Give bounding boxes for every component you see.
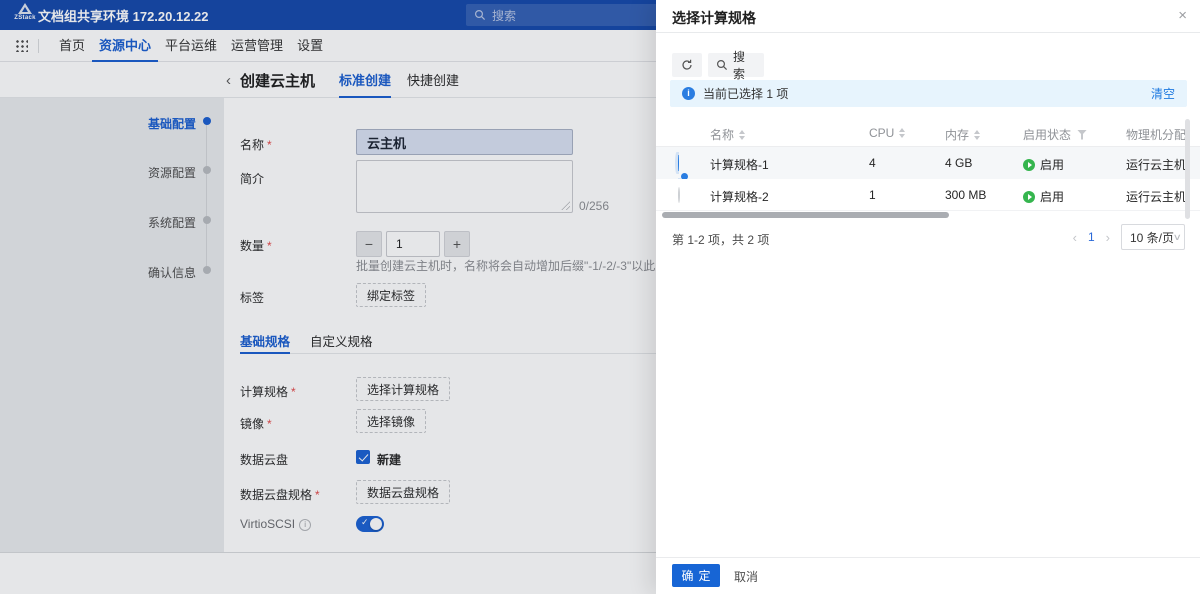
cell-memory: 300 MB <box>945 188 987 202</box>
drawer-mask[interactable] <box>0 0 656 594</box>
prev-page-icon[interactable]: ‹ <box>1073 230 1077 245</box>
select-compute-spec-drawer: 选择计算规格 × 搜索 i 当前已选择 1 项 清空 名称 CPU 内存 启用状… <box>656 0 1200 594</box>
refresh-icon <box>682 59 692 70</box>
app: ZStack 文档组共享环境 172.20.12.22 搜索 首页 资源中心 平… <box>0 0 1200 594</box>
clear-selection-link[interactable]: 清空 <box>1151 85 1175 102</box>
cell-cpu: 1 <box>869 188 876 202</box>
drawer-search-button[interactable]: 搜索 <box>708 50 764 81</box>
page-number[interactable]: 1 <box>1088 230 1095 244</box>
pagination-summary: 第 1-2 项，共 2 项 <box>672 233 770 247</box>
search-icon <box>716 59 728 71</box>
sort-icon <box>899 128 906 138</box>
cell-memory: 4 GB <box>945 156 973 170</box>
drawer-header: 选择计算规格 × <box>656 0 1200 33</box>
column-header-strategy[interactable]: 物理机分配策略 <box>1126 126 1190 143</box>
info-icon: i <box>682 87 695 100</box>
page-size-select[interactable]: 10 条/页 ∨ <box>1121 224 1185 250</box>
cancel-button[interactable]: 取消 <box>734 568 758 585</box>
column-header-memory[interactable]: 内存 <box>945 126 981 143</box>
table-header: 名称 CPU 内存 启用状态 物理机分配策略 <box>656 119 1200 147</box>
cell-cpu: 4 <box>869 156 876 170</box>
filter-icon[interactable] <box>1077 129 1088 140</box>
ok-button[interactable]: 确定 <box>672 564 720 587</box>
sort-icon <box>739 129 746 140</box>
column-header-name[interactable]: 名称 <box>710 126 746 143</box>
table-row[interactable]: 计算规格-2 1 300 MB 启用 运行云主机 <box>656 179 1200 211</box>
radio-unselected[interactable] <box>678 187 680 203</box>
refresh-button[interactable] <box>672 53 702 77</box>
cell-strategy: 运行云主机 <box>1126 158 1187 172</box>
sort-icon <box>974 129 981 140</box>
drawer-footer-divider <box>656 557 1200 558</box>
page-size-value: 10 条/页 <box>1130 230 1175 245</box>
cell-status: 启用 <box>1023 188 1064 205</box>
drawer-search-label: 搜索 <box>733 50 746 81</box>
cell-name: 计算规格-2 <box>710 190 769 204</box>
drawer-title: 选择计算规格 <box>672 10 756 26</box>
column-header-cpu[interactable]: CPU <box>869 126 906 140</box>
selection-count-text: 当前已选择 1 项 <box>703 87 789 101</box>
table-row[interactable]: 计算规格-1 4 4 GB 启用 运行云主机 <box>656 147 1200 197</box>
pagination: ‹ 1 › 10 条/页 ∨ <box>1073 224 1185 250</box>
chevron-down-icon: ∨ <box>1172 231 1182 242</box>
cell-strategy: 运行云主机 <box>1126 190 1187 204</box>
cell-name: 计算规格-1 <box>710 158 769 172</box>
table-vertical-scrollbar[interactable] <box>1185 119 1190 219</box>
ok-button-label: 确定 <box>681 569 716 583</box>
next-page-icon[interactable]: › <box>1106 230 1110 245</box>
enabled-status-icon <box>1023 191 1035 203</box>
table-horizontal-scrollbar[interactable] <box>662 212 949 218</box>
column-header-status[interactable]: 启用状态 <box>1023 126 1088 143</box>
selection-info-bar: i 当前已选择 1 项 清空 <box>670 80 1187 107</box>
enabled-status-icon <box>1023 159 1035 171</box>
close-icon[interactable]: × <box>1178 7 1187 25</box>
cell-status: 启用 <box>1023 156 1064 173</box>
